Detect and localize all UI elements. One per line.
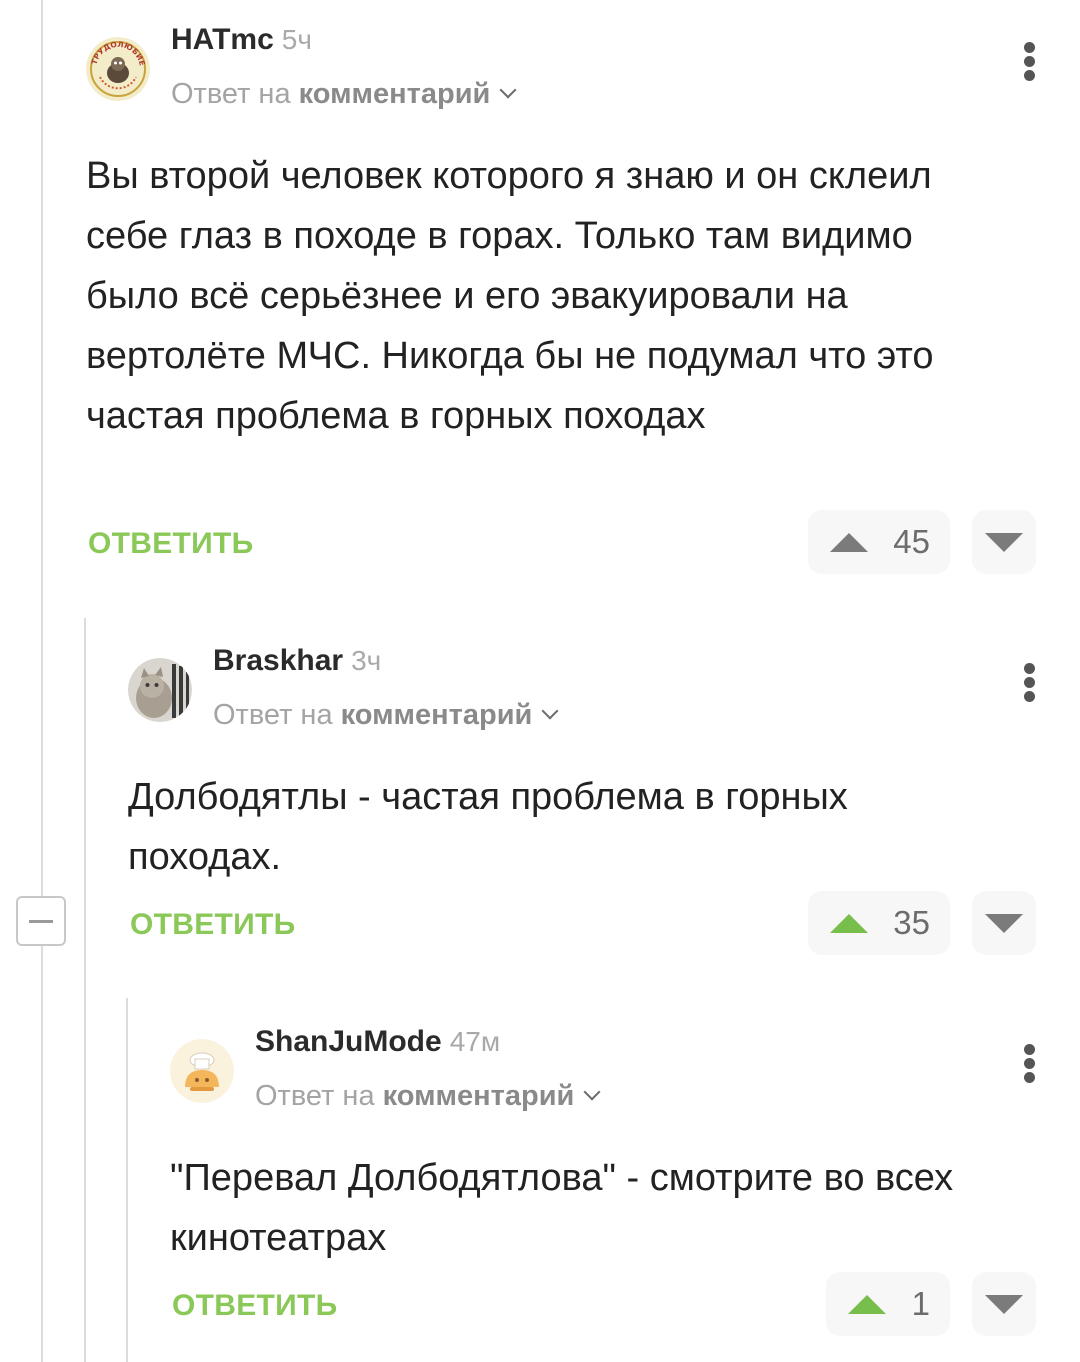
reply-to-link[interactable]: Ответ на комментарий [255,1076,601,1116]
thread-line-level-2 [126,998,128,1362]
comment-text: Вы второй человек которого я знаю и он с… [86,155,934,437]
upvote-button[interactable]: 45 [808,510,950,574]
triangle-down-icon [985,533,1023,552]
collapse-thread-button[interactable] [16,896,66,946]
minus-icon [29,920,53,923]
thread-line-level-1 [84,618,86,1362]
chevron-down-icon [541,702,559,720]
triangle-up-icon [830,914,868,933]
reply-button[interactable]: ОТВЕТИТЬ [130,905,296,945]
comment: ТРУДОЛЮБИЕ HATmc 5ч Ответ на комментарий … [86,20,1080,580]
triangle-down-icon [985,1295,1023,1314]
downvote-button[interactable] [972,510,1036,574]
author-name[interactable]: Braskhar 3ч [213,641,381,681]
comment-text: Долбодятлы - частая проблема в горных по… [128,776,848,878]
comment: Braskhar 3ч Ответ на комментарий Долбодят… [128,641,1080,971]
triangle-down-icon [985,914,1023,933]
triangle-up-icon [848,1295,886,1314]
rating-count: 1 [911,1285,930,1322]
comment: ShanJuMode 47м Ответ на комментарий "Пере… [170,1022,1080,1362]
avatar[interactable] [170,1039,234,1103]
rating-count: 45 [893,523,930,560]
more-vertical-icon[interactable] [1024,1042,1036,1083]
more-vertical-icon[interactable] [1024,40,1036,81]
downvote-button[interactable] [972,891,1036,955]
triangle-up-icon [830,533,868,552]
comment-time: 3ч [351,645,382,676]
chevron-down-icon [583,1083,601,1101]
reply-to-link[interactable]: Ответ на комментарий [171,74,517,114]
reply-to-link[interactable]: Ответ на комментарий [213,695,559,735]
downvote-button[interactable] [972,1272,1036,1336]
author-name[interactable]: HATmc 5ч [171,20,312,60]
avatar[interactable]: ТРУДОЛЮБИЕ [86,37,150,101]
more-vertical-icon[interactable] [1024,661,1036,702]
thread-line-level-0 [41,0,43,1362]
comment-text: "Перевал Долбодятлова" - смотрите во все… [170,1157,954,1259]
author-name[interactable]: ShanJuMode 47м [255,1022,500,1062]
reply-button[interactable]: ОТВЕТИТЬ [88,524,254,564]
upvote-button[interactable]: 1 [826,1272,950,1336]
comment-time: 5ч [281,24,312,55]
avatar[interactable] [128,658,192,722]
comment-time: 47м [449,1026,501,1057]
rating-count: 35 [893,904,930,941]
reply-button[interactable]: ОТВЕТИТЬ [172,1286,338,1326]
chevron-down-icon [499,81,517,99]
upvote-button[interactable]: 35 [808,891,950,955]
